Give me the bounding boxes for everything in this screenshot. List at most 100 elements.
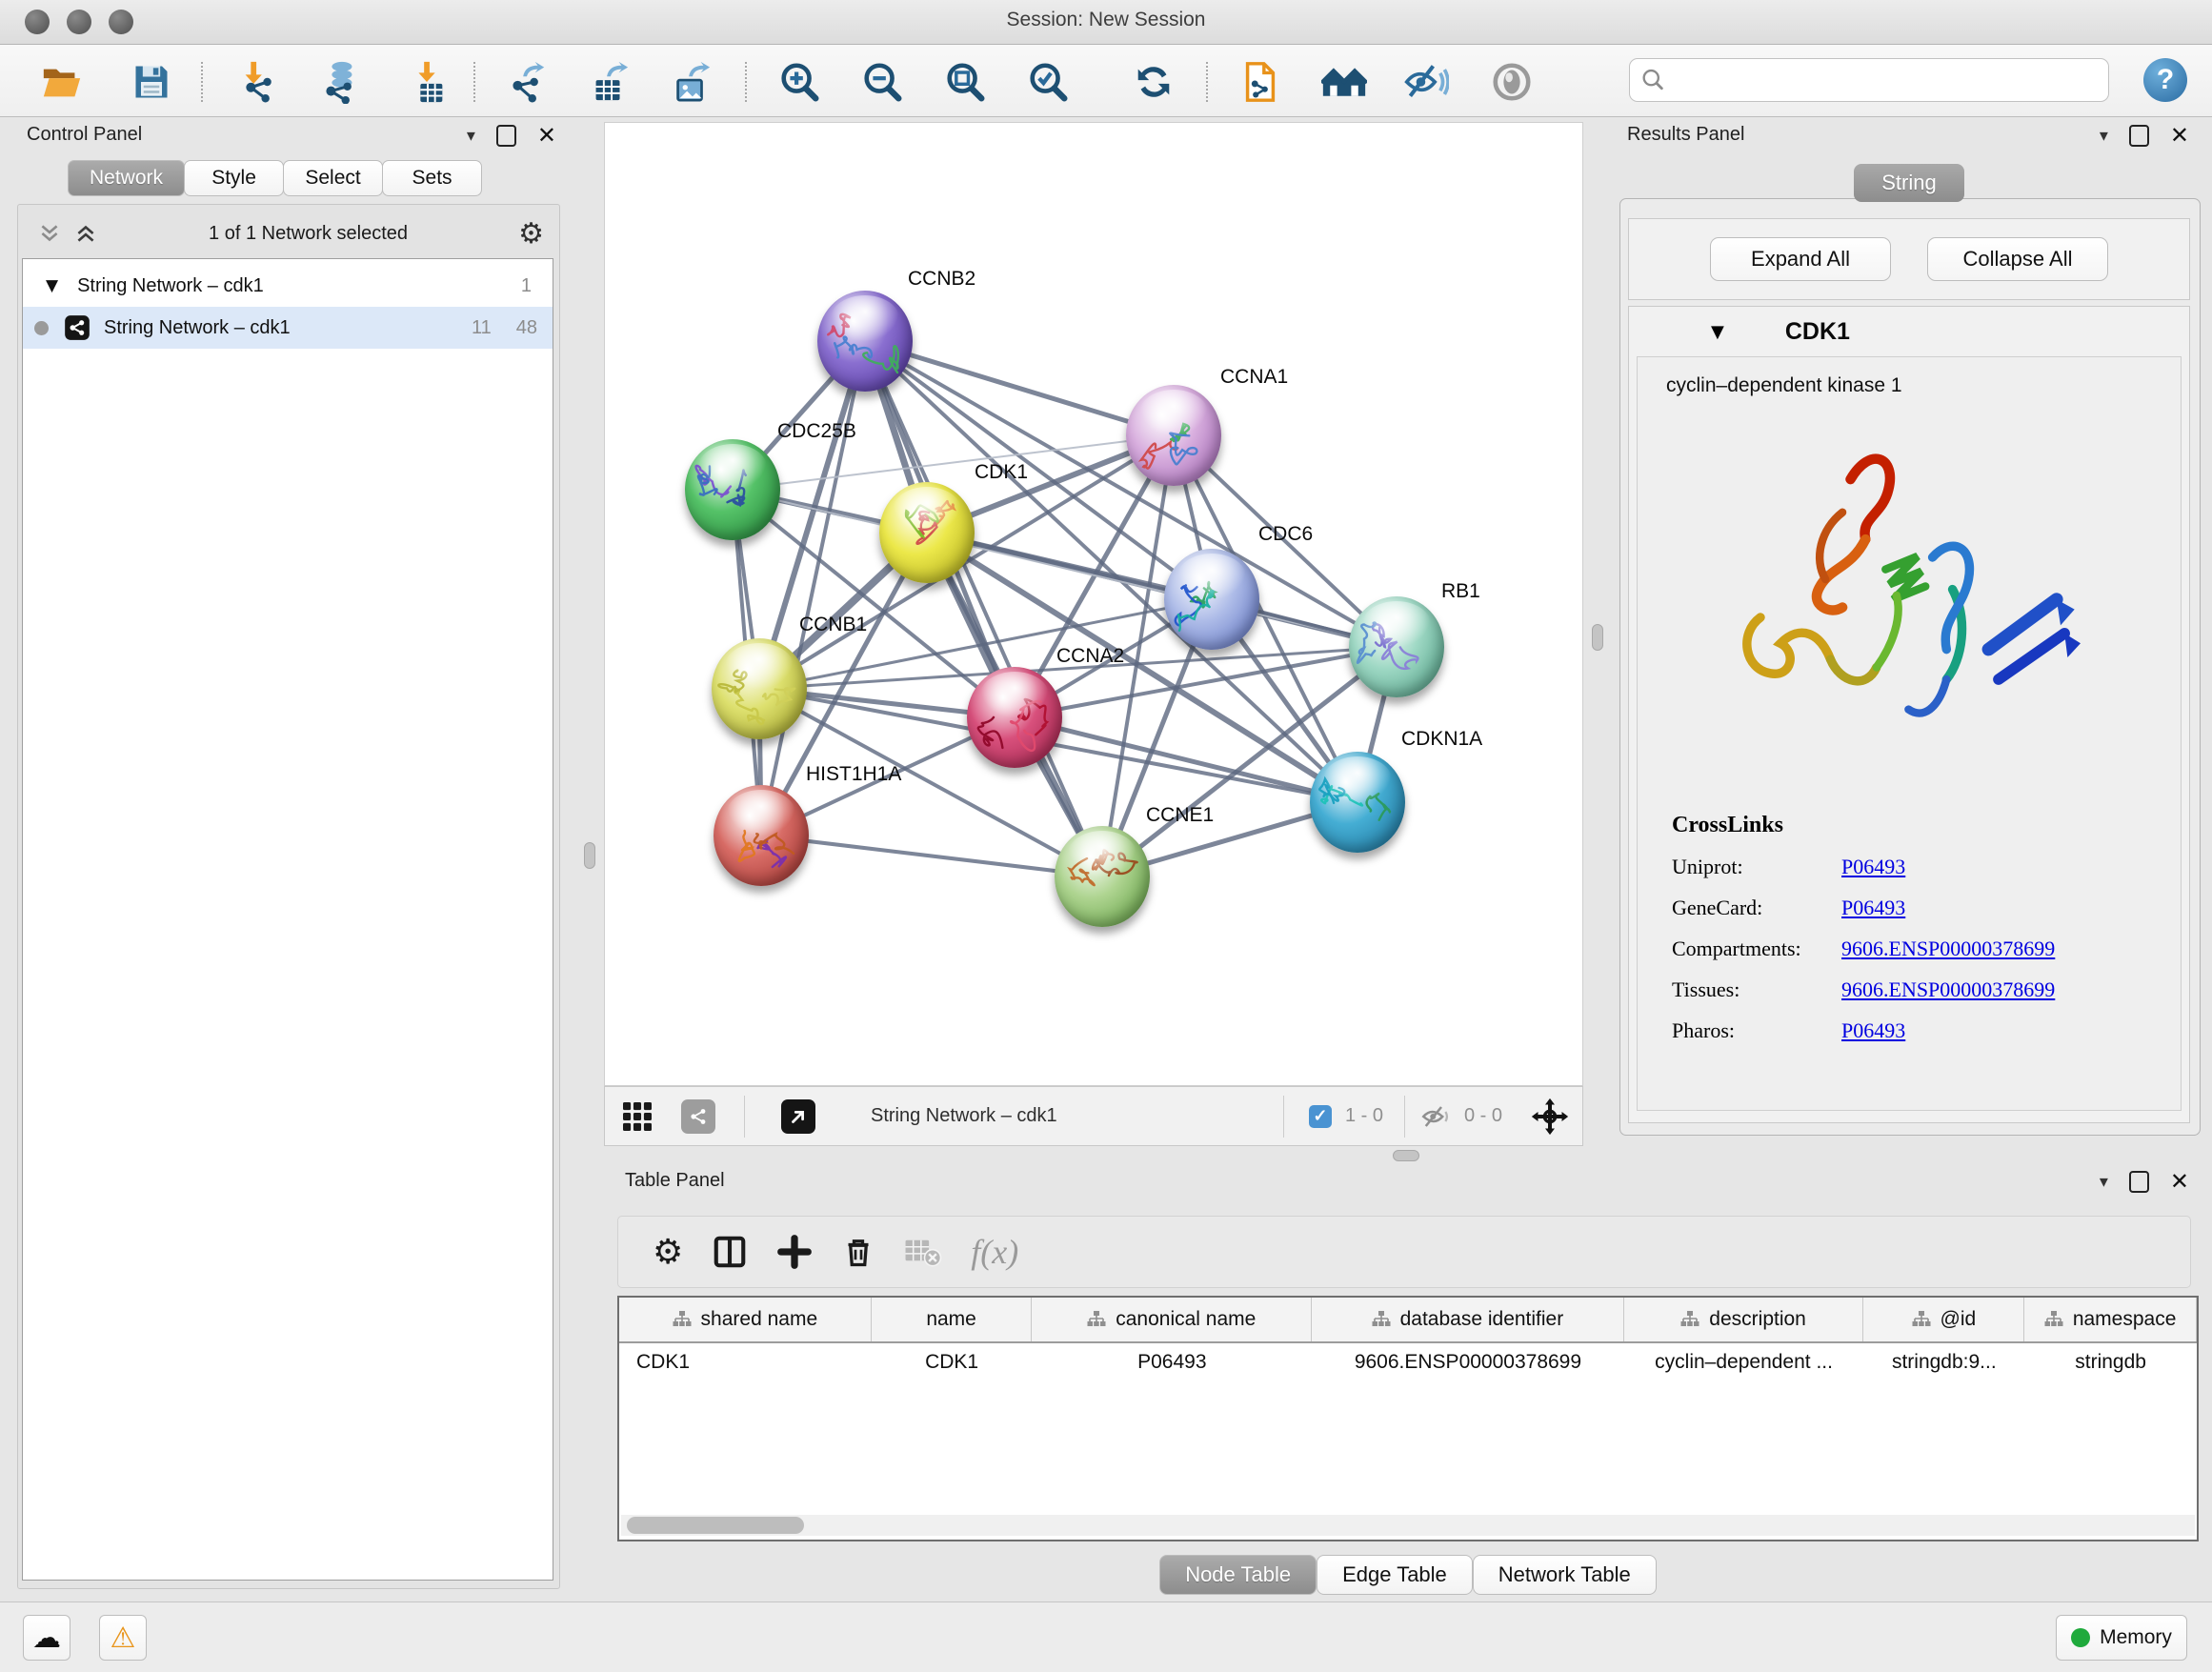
- panel-menu-icon[interactable]: ▾: [467, 126, 475, 146]
- tab-network[interactable]: Network: [68, 160, 185, 196]
- tab-node-table[interactable]: Node Table: [1159, 1555, 1317, 1595]
- table-row[interactable]: CDK1CDK1P064939606.ENSP00000378699cyclin…: [619, 1343, 2197, 1381]
- zoom-out-button[interactable]: [858, 58, 906, 106]
- column-header-@id[interactable]: @id: [1863, 1298, 2024, 1341]
- network-node-CDC6[interactable]: [1164, 549, 1259, 650]
- network-row-selected[interactable]: String Network – cdk1 11 48: [23, 307, 553, 349]
- zoom-selected-button[interactable]: [1024, 58, 1072, 106]
- network-view-canvas[interactable]: CCNB2CCNA1CDC25BCDK1CDC6RB1CCNB1CCNA2CDK…: [604, 122, 1583, 1086]
- show-columns-icon[interactable]: [712, 1234, 748, 1270]
- add-column-plus-icon[interactable]: [776, 1234, 813, 1270]
- import-network-file-button[interactable]: [234, 58, 282, 106]
- node-gloss: [1177, 554, 1246, 600]
- left-splitter-handle[interactable]: [584, 842, 595, 869]
- tab-sets[interactable]: Sets: [382, 160, 482, 196]
- save-session-button[interactable]: [128, 58, 175, 106]
- tab-select[interactable]: Select: [283, 160, 383, 196]
- tab-string[interactable]: String: [1854, 164, 1964, 202]
- collection-expander-icon[interactable]: ▼: [46, 276, 58, 295]
- table-horizontal-scrollbar[interactable]: [621, 1515, 2195, 1536]
- float-panel-icon[interactable]: [496, 125, 516, 147]
- crosslink-link[interactable]: P06493: [1841, 1018, 1905, 1043]
- close-panel-icon[interactable]: ✕: [537, 124, 556, 147]
- footer-divider: [1283, 1096, 1284, 1138]
- network-node-CDC25B[interactable]: [685, 439, 780, 540]
- horizontal-splitter-handle[interactable]: [1393, 1150, 1419, 1161]
- tab-style[interactable]: Style: [184, 160, 284, 196]
- network-node-CDK1[interactable]: [879, 482, 975, 583]
- close-panel-icon[interactable]: ✕: [2170, 124, 2189, 147]
- expand-all-button[interactable]: Expand All: [1710, 237, 1891, 281]
- hide-selected-button[interactable]: [1402, 58, 1450, 106]
- node-label-CCNE1: CCNE1: [1146, 804, 1214, 827]
- node-label-CCNB2: CCNB2: [908, 268, 975, 291]
- scrollbar-thumb[interactable]: [627, 1517, 804, 1534]
- show-hidden-button[interactable]: [1488, 58, 1536, 106]
- crosslink-link[interactable]: 9606.ENSP00000378699: [1841, 937, 2055, 961]
- tab-edge-table[interactable]: Edge Table: [1317, 1555, 1473, 1595]
- gear-icon[interactable]: ⚙: [518, 217, 544, 251]
- float-panel-icon[interactable]: [2129, 125, 2149, 147]
- crosslink-link[interactable]: 9606.ENSP00000378699: [1841, 977, 2055, 1002]
- export-table-button[interactable]: [585, 58, 633, 106]
- help-button[interactable]: ?: [2143, 58, 2187, 102]
- zoom-fit-button[interactable]: [941, 58, 989, 106]
- fit-content-crosshair-icon[interactable]: [1531, 1098, 1569, 1136]
- crosslink-link[interactable]: P06493: [1841, 855, 1905, 879]
- expand-all-icon[interactable]: [73, 221, 98, 246]
- open-session-button[interactable]: [38, 58, 86, 106]
- memory-status-dot-icon: [2071, 1628, 2090, 1647]
- memory-button[interactable]: Memory: [2056, 1615, 2187, 1661]
- crosslink-row: Uniprot:P06493: [1672, 855, 2055, 879]
- float-panel-icon[interactable]: [2129, 1171, 2149, 1193]
- selected-checkbox[interactable]: ✓: [1309, 1105, 1332, 1128]
- network-node-CCNA2[interactable]: [967, 667, 1062, 768]
- apply-layout-button[interactable]: [1130, 58, 1177, 106]
- network-collection-row[interactable]: ▼ String Network – cdk1 1: [23, 265, 553, 307]
- column-tree-icon: [1912, 1310, 1931, 1329]
- close-panel-icon[interactable]: ✕: [2170, 1170, 2189, 1193]
- grid-view-icon[interactable]: [620, 1099, 654, 1134]
- panel-menu-icon[interactable]: ▾: [2100, 1172, 2108, 1192]
- zoom-in-icon: [777, 60, 821, 104]
- results-actions: Expand All Collapse All: [1628, 218, 2190, 300]
- birdseye-view-button[interactable]: [781, 1099, 815, 1134]
- search-input[interactable]: [1629, 58, 2109, 102]
- gene-section-header[interactable]: ▼ CDK1: [1629, 307, 2189, 356]
- zoom-in-button[interactable]: [775, 58, 823, 106]
- panel-menu-icon[interactable]: ▾: [2100, 126, 2108, 146]
- collapse-all-button[interactable]: Collapse All: [1927, 237, 2108, 281]
- column-header-namespace[interactable]: namespace: [2024, 1298, 2197, 1341]
- network-node-CDKN1A[interactable]: [1310, 752, 1405, 853]
- warnings-button[interactable]: ⚠: [99, 1615, 147, 1661]
- table-cell: 9606.ENSP00000378699: [1312, 1343, 1624, 1381]
- import-network-database-button[interactable]: [316, 58, 364, 106]
- export-network-button[interactable]: [503, 58, 551, 106]
- show-all-networks-button[interactable]: [1320, 58, 1368, 106]
- delete-trash-icon[interactable]: [841, 1234, 875, 1270]
- export-image-button[interactable]: [667, 58, 714, 106]
- network-node-CCNE1[interactable]: [1055, 826, 1150, 927]
- network-share-view-button[interactable]: [681, 1099, 715, 1134]
- network-node-RB1[interactable]: [1349, 596, 1444, 697]
- crosslink-link[interactable]: P06493: [1841, 896, 1905, 920]
- column-header-database-identifier[interactable]: database identifier: [1312, 1298, 1624, 1341]
- column-header-canonical-name[interactable]: canonical name: [1032, 1298, 1312, 1341]
- network-node-CCNB2[interactable]: [817, 291, 913, 392]
- table-settings-gear-icon[interactable]: ⚙: [653, 1233, 683, 1272]
- section-expander-icon[interactable]: ▼: [1711, 322, 1724, 342]
- column-header-name[interactable]: name: [872, 1298, 1033, 1341]
- network-from-file-button[interactable]: [1237, 58, 1284, 106]
- collapse-all-icon[interactable]: [37, 221, 62, 246]
- crosslink-row: Pharos:P06493: [1672, 1018, 2055, 1043]
- import-table-button[interactable]: [404, 58, 452, 106]
- network-node-CCNA1[interactable]: [1126, 385, 1221, 486]
- network-node-HIST1H1A[interactable]: [714, 785, 809, 886]
- column-header-description[interactable]: description: [1624, 1298, 1864, 1341]
- network-node-CCNB1[interactable]: [712, 638, 807, 739]
- cloud-status-button[interactable]: ☁: [23, 1615, 70, 1661]
- houses-icon: [1321, 60, 1367, 104]
- column-header-shared-name[interactable]: shared name: [619, 1298, 872, 1341]
- tab-network-table[interactable]: Network Table: [1473, 1555, 1657, 1595]
- right-splitter-handle[interactable]: [1592, 624, 1603, 651]
